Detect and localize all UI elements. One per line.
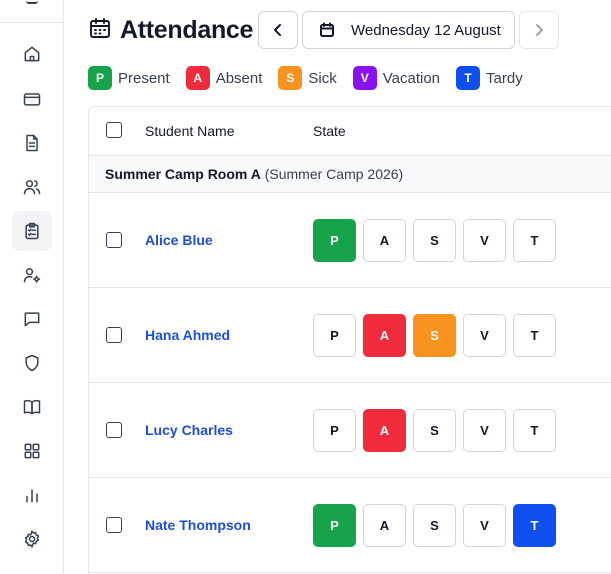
column-student-name: Student Name	[145, 123, 235, 139]
sidebar-item-home[interactable]	[12, 34, 52, 74]
state-button-vacation[interactable]: V	[463, 314, 506, 357]
status-legend: P Present A Absent S Sick V Vacation T Tardy	[88, 65, 539, 91]
state-button-tardy[interactable]: T	[513, 409, 556, 452]
legend-item-sick: S Sick	[278, 66, 337, 90]
student-name-link[interactable]: Nate Thompson	[145, 517, 251, 533]
calendar-icon	[88, 16, 112, 45]
table-header: Student Name State	[89, 107, 611, 156]
shield-icon	[25, 354, 39, 372]
state-button-tardy[interactable]: T	[513, 219, 556, 262]
state-button-present[interactable]: P	[313, 314, 356, 357]
sidebar-divider	[0, 22, 63, 23]
table-row: Lucy Charles P A S V T	[89, 383, 611, 478]
sidebar-item-book[interactable]	[12, 387, 52, 427]
chevron-left-icon	[274, 24, 281, 36]
next-day-button[interactable]	[519, 11, 559, 49]
state-button-sick[interactable]: S	[413, 409, 456, 452]
table-row: Hana Ahmed P A S V T	[89, 288, 611, 383]
table-row: Alice Blue P A S V T	[89, 193, 611, 288]
group-name: Summer Camp Room A	[105, 166, 261, 182]
state-button-vacation[interactable]: V	[463, 219, 506, 262]
sidebar-item-shield[interactable]	[12, 343, 52, 383]
sidebar-top-edge	[26, 0, 38, 4]
sidebar-item-users[interactable]	[12, 167, 52, 207]
legend-item-vacation: V Vacation	[352, 66, 441, 90]
state-button-tardy[interactable]: T	[513, 504, 556, 547]
legend-label: Absent	[215, 69, 263, 87]
sidebar-item-chat[interactable]	[12, 299, 52, 339]
legend-item-tardy: T Tardy	[456, 66, 523, 90]
row-checkbox[interactable]	[106, 327, 122, 343]
legend-badge: T	[456, 66, 481, 90]
state-button-sick[interactable]: S	[413, 219, 456, 262]
state-button-present[interactable]: P	[313, 409, 356, 452]
legend-label: Tardy	[486, 69, 523, 87]
legend-badge: V	[352, 66, 377, 90]
attendance-table: Student Name State Summer Camp Room A (S…	[88, 106, 611, 574]
page-header: Attendance	[88, 10, 253, 50]
sidebar-item-settings[interactable]	[12, 519, 52, 559]
table-row: Nate Thompson P A S V T	[89, 478, 611, 573]
grid-icon	[24, 443, 40, 459]
student-name-link[interactable]: Alice Blue	[145, 232, 213, 248]
book-icon	[23, 399, 41, 415]
group-row: Summer Camp Room A (Summer Camp 2026)	[89, 156, 611, 193]
state-button-sick[interactable]: S	[413, 504, 456, 547]
bar-chart-icon	[26, 489, 38, 503]
legend-label: Present	[118, 69, 170, 87]
previous-day-button[interactable]	[258, 11, 298, 49]
state-button-vacation[interactable]: V	[463, 409, 506, 452]
state-button-present[interactable]: P	[313, 219, 356, 262]
state-button-absent[interactable]: A	[363, 219, 406, 262]
page-title: Attendance	[120, 15, 254, 44]
state-button-absent[interactable]: A	[363, 409, 406, 452]
date-picker-button[interactable]: Wednesday 12 August	[302, 11, 515, 49]
group-subtitle: (Summer Camp 2026)	[264, 166, 404, 182]
credit-card-icon	[23, 93, 41, 106]
chevron-right-icon	[536, 24, 543, 36]
state-button-sick[interactable]: S	[413, 314, 456, 357]
student-name-link[interactable]: Lucy Charles	[145, 422, 233, 438]
legend-item-present: P Present	[88, 66, 170, 90]
legend-label: Vacation	[382, 69, 441, 87]
row-checkbox[interactable]	[106, 422, 122, 438]
student-name-link[interactable]: Hana Ahmed	[145, 327, 230, 343]
state-button-vacation[interactable]: V	[463, 504, 506, 547]
select-all-checkbox[interactable]	[106, 122, 122, 138]
state-button-present[interactable]: P	[313, 504, 356, 547]
legend-badge: A	[185, 66, 210, 90]
legend-label: Sick	[308, 69, 337, 87]
column-state: State	[313, 123, 346, 139]
home-icon	[24, 46, 40, 62]
sidebar-item-credit-card[interactable]	[12, 79, 52, 119]
chat-icon	[24, 312, 40, 327]
sidebar-item-bar-chart[interactable]	[12, 475, 52, 515]
users-icon	[23, 180, 41, 195]
user-settings-icon	[23, 268, 41, 283]
state-button-absent[interactable]: A	[363, 504, 406, 547]
calendar-small-icon	[320, 22, 334, 37]
sidebar-item-clipboard-check[interactable]	[12, 211, 52, 251]
legend-item-absent: A Absent	[185, 66, 263, 90]
legend-badge: P	[88, 66, 112, 90]
sidebar-item-grid[interactable]	[12, 431, 52, 471]
sidebar-item-document[interactable]	[12, 123, 52, 163]
date-label: Wednesday 12 August	[351, 21, 501, 39]
clipboard-check-icon	[25, 222, 39, 240]
legend-badge: S	[278, 66, 303, 90]
sidebar-item-user-settings[interactable]	[12, 255, 52, 295]
row-checkbox[interactable]	[106, 232, 122, 248]
settings-icon	[24, 530, 40, 548]
state-button-absent[interactable]: A	[363, 314, 406, 357]
row-checkbox[interactable]	[106, 517, 122, 533]
sidebar	[0, 0, 64, 574]
state-button-tardy[interactable]: T	[513, 314, 556, 357]
document-icon	[26, 134, 38, 152]
